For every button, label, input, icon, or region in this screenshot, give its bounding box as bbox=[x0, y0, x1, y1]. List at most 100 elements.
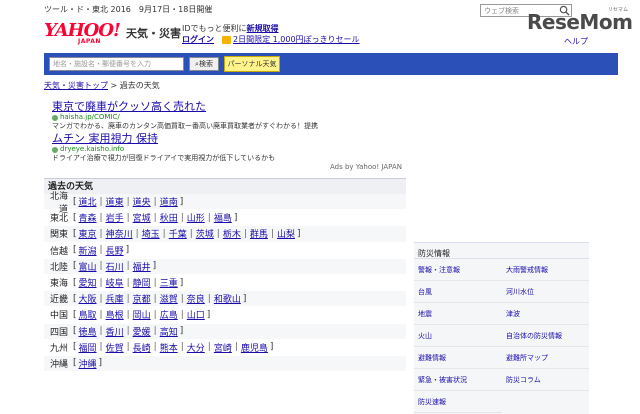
prefecture-link[interactable]: 道南 bbox=[160, 195, 178, 208]
prefecture-link[interactable]: 道北 bbox=[79, 195, 97, 208]
separator: | bbox=[234, 342, 238, 353]
prefecture-link[interactable]: 茨城 bbox=[196, 227, 214, 240]
separator: | bbox=[99, 277, 103, 288]
prefecture-link[interactable]: 群馬 bbox=[250, 227, 268, 240]
prefecture-link[interactable]: 佐賀 bbox=[106, 341, 124, 354]
disaster-info-link[interactable]: 火山 bbox=[414, 325, 502, 347]
prefecture-link[interactable]: 富山 bbox=[79, 260, 97, 273]
disaster-info-link[interactable]: 防災コラム bbox=[502, 369, 589, 391]
prefecture-link[interactable]: 鳥取 bbox=[79, 308, 97, 321]
prefecture-link[interactable]: 沖縄 bbox=[79, 357, 97, 370]
bracket-open: [ bbox=[73, 277, 77, 288]
region-name: 関東 bbox=[49, 230, 68, 241]
ad-title-link[interactable]: ムチン 実用視力 保持 bbox=[52, 132, 275, 145]
disaster-info-link[interactable]: 防災速報 bbox=[414, 391, 502, 413]
prefecture-link[interactable]: 岡山 bbox=[133, 308, 151, 321]
prefecture-link[interactable]: 岐阜 bbox=[106, 276, 124, 289]
disaster-info-link[interactable]: 避難所マップ bbox=[502, 347, 589, 369]
disaster-info-link[interactable]: 河川水位 bbox=[502, 281, 589, 303]
bracket-close: ] bbox=[296, 228, 301, 239]
bracket-close: ] bbox=[269, 342, 274, 353]
ads-by-label[interactable]: Ads by Yahoo! JAPAN bbox=[330, 163, 402, 171]
disaster-info-link[interactable]: 緊急・被害状況 bbox=[414, 369, 502, 391]
disaster-info-link[interactable]: 避難情報 bbox=[414, 347, 502, 369]
prefecture-link[interactable]: 島根 bbox=[106, 308, 124, 321]
prefecture-link[interactable]: 京都 bbox=[133, 292, 151, 305]
region-row: 関東[東京 | 神奈川 | 埼玉 | 千葉 | 茨城 | 栃木 | 群馬 | 山梨] bbox=[44, 226, 406, 243]
prefecture-link[interactable]: 愛媛 bbox=[133, 325, 151, 338]
prefecture-link[interactable]: 福岡 bbox=[79, 341, 97, 354]
prefecture-link[interactable]: 秋田 bbox=[160, 211, 178, 224]
yahoo-logo[interactable]: YAHOO! JAPAN bbox=[44, 22, 126, 46]
prefecture-link[interactable]: 宮城 bbox=[133, 211, 151, 224]
prefecture-link[interactable]: 兵庫 bbox=[106, 292, 124, 305]
prefecture-link[interactable]: 福井 bbox=[133, 260, 151, 273]
new-registration-link[interactable]: 新規取得 bbox=[247, 24, 279, 33]
prefecture-link[interactable]: 道東 bbox=[106, 195, 124, 208]
prefecture-link[interactable]: 東京 bbox=[79, 227, 97, 240]
prefecture-link[interactable]: 新潟 bbox=[79, 244, 97, 257]
prefecture-link[interactable]: 宮崎 bbox=[214, 341, 232, 354]
cart-promo[interactable]: 2日間限定 1,000円ぽっきりセール bbox=[222, 34, 360, 45]
disaster-info-link[interactable]: 台風 bbox=[414, 281, 502, 303]
prefecture-link[interactable]: 岩手 bbox=[106, 211, 124, 224]
prefecture-link[interactable]: 奈良 bbox=[187, 292, 205, 305]
region-row: 中国[鳥取 | 島根 | 岡山 | 広島 | 山口] bbox=[44, 307, 406, 324]
prefecture-link[interactable]: 香川 bbox=[106, 325, 124, 338]
disaster-info-link[interactable]: 警報・注意報 bbox=[414, 259, 502, 281]
prefecture-link[interactable]: 三重 bbox=[160, 276, 178, 289]
prefecture-link[interactable]: 山形 bbox=[187, 211, 205, 224]
separator: | bbox=[189, 228, 193, 239]
disaster-info-link[interactable]: 津波 bbox=[502, 303, 589, 325]
bracket-close: ] bbox=[125, 245, 130, 256]
separator: | bbox=[126, 309, 130, 320]
personal-weather-button[interactable]: パーソナル天気 bbox=[224, 56, 280, 72]
separator: | bbox=[153, 342, 157, 353]
prefecture-link[interactable]: 熊本 bbox=[160, 341, 178, 354]
prefecture-link[interactable]: 福島 bbox=[214, 211, 232, 224]
bracket-close: ] bbox=[98, 358, 103, 369]
separator: | bbox=[180, 342, 184, 353]
prefecture-link[interactable]: 高知 bbox=[160, 325, 178, 338]
separator: | bbox=[180, 309, 184, 320]
prefecture-link[interactable]: 広島 bbox=[160, 308, 178, 321]
breadcrumb-top-link[interactable]: 天気・災害トップ bbox=[44, 81, 108, 90]
help-link[interactable]: ヘルプ bbox=[564, 36, 588, 47]
disaster-info-link[interactable]: 地震 bbox=[414, 303, 502, 325]
prefecture-link[interactable]: 神奈川 bbox=[106, 227, 133, 240]
region-name: 信越 bbox=[49, 246, 68, 257]
breadcrumb: 天気・災害トップ > 過去の天気 bbox=[44, 80, 160, 91]
prefecture-link[interactable]: 静岡 bbox=[133, 276, 151, 289]
ad-title-link[interactable]: 東京で廃車がクッソ高く売れた bbox=[52, 100, 318, 113]
prefecture-link[interactable]: 千葉 bbox=[169, 227, 187, 240]
ad-badge-icon bbox=[52, 114, 58, 121]
prefecture-link[interactable]: 徳島 bbox=[79, 325, 97, 338]
disaster-info-link[interactable]: 大雨警戒情報 bbox=[502, 259, 589, 281]
prefecture-link[interactable]: 長野 bbox=[106, 244, 124, 257]
login-link[interactable]: ログイン bbox=[182, 34, 214, 45]
bracket-open: [ bbox=[73, 293, 77, 304]
bracket-open: [ bbox=[73, 228, 77, 239]
bracket-open: [ bbox=[73, 358, 77, 369]
prefecture-link[interactable]: 山口 bbox=[187, 308, 205, 321]
prefecture-link[interactable]: 青森 bbox=[79, 211, 97, 224]
prefecture-link[interactable]: 道央 bbox=[133, 195, 151, 208]
prefecture-link[interactable]: 滋賀 bbox=[160, 292, 178, 305]
prefecture-link[interactable]: 石川 bbox=[106, 260, 124, 273]
prefecture-link[interactable]: 栃木 bbox=[223, 227, 241, 240]
site-title[interactable]: 天気・災害 bbox=[126, 25, 181, 41]
location-search-button[interactable]: ⌕検索 bbox=[189, 57, 219, 71]
prefecture-link[interactable]: 鹿児島 bbox=[241, 341, 268, 354]
separator: | bbox=[126, 342, 130, 353]
prefecture-link[interactable]: 埼玉 bbox=[142, 227, 160, 240]
prefecture-link[interactable]: 和歌山 bbox=[214, 292, 241, 305]
prefecture-link[interactable]: 愛知 bbox=[79, 276, 97, 289]
event-promo-link[interactable]: ツール・ド・東北 2016 9月17日・18日開催 bbox=[44, 4, 212, 15]
prefecture-link[interactable]: 山梨 bbox=[277, 227, 295, 240]
prefecture-link[interactable]: 大阪 bbox=[79, 292, 97, 305]
location-search-input[interactable]: 地名・施設名・郵便番号を入力 bbox=[49, 57, 184, 71]
prefecture-link[interactable]: 長崎 bbox=[133, 341, 151, 354]
id-promo-text: IDでもっと便利に bbox=[182, 24, 247, 33]
prefecture-link[interactable]: 大分 bbox=[187, 341, 205, 354]
disaster-info-link[interactable]: 自治体の防災情報 bbox=[502, 325, 589, 347]
